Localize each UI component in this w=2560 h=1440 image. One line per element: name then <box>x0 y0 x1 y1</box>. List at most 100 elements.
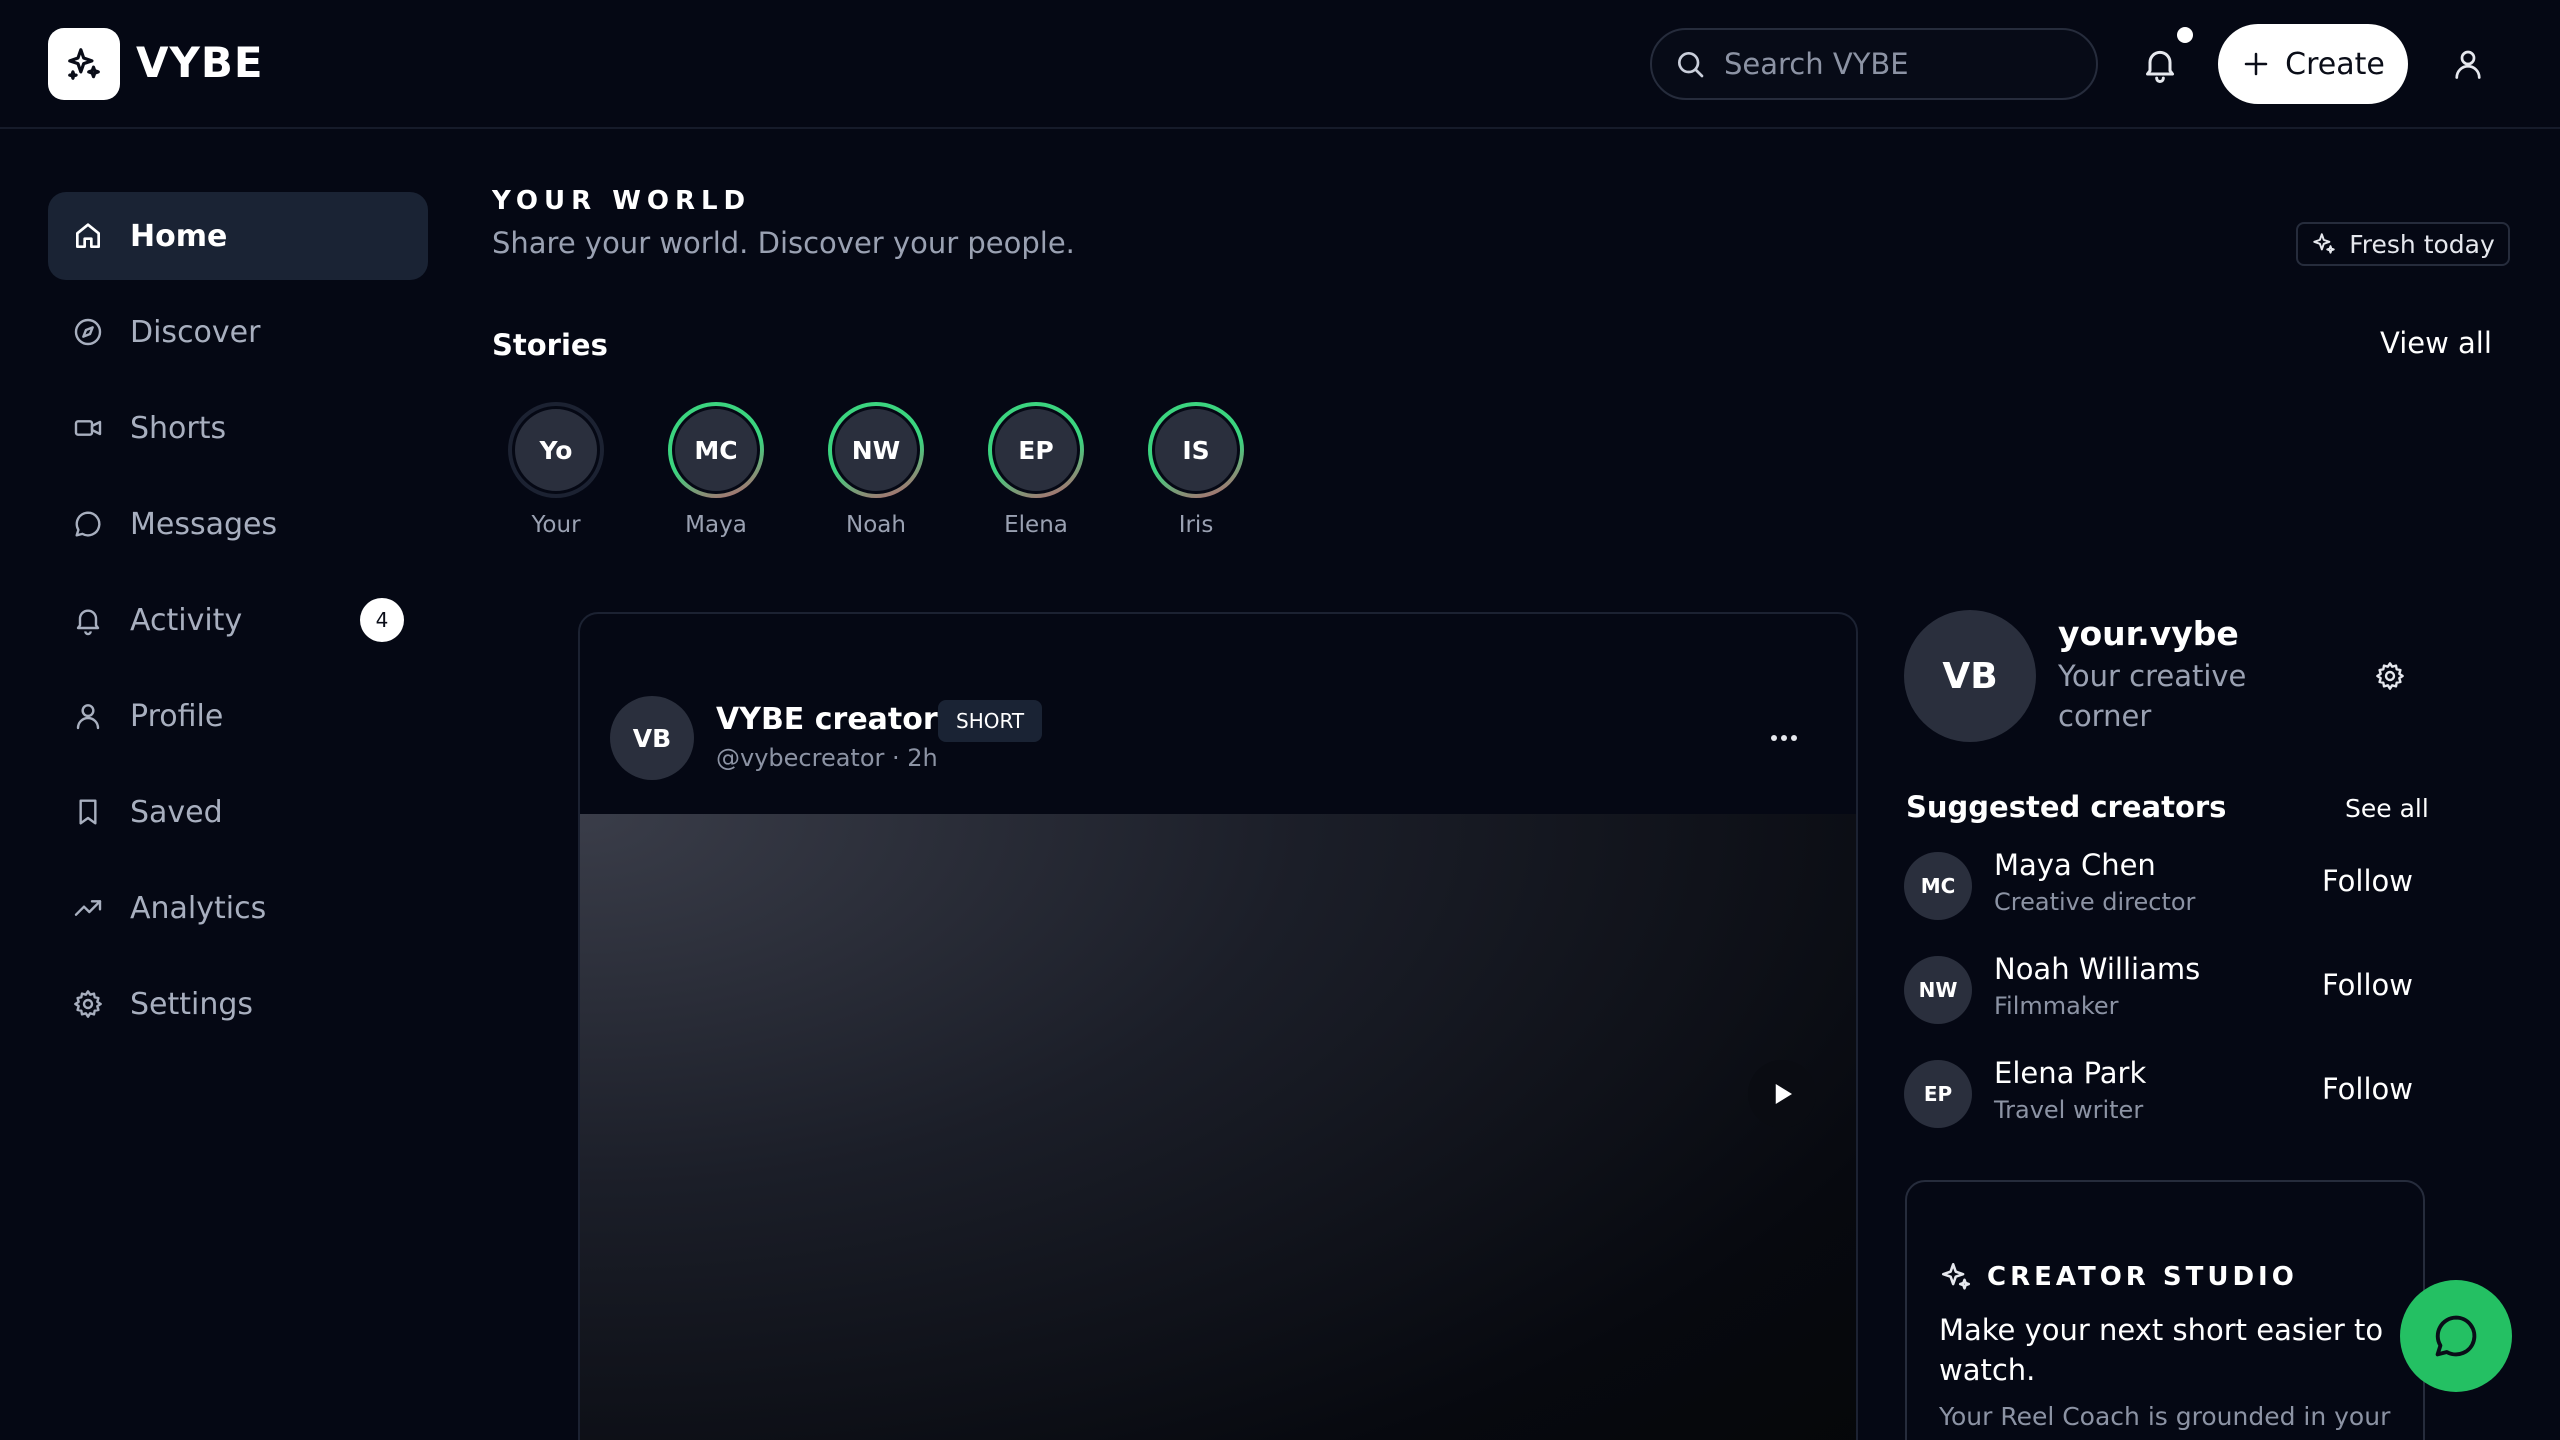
suggested-creator-row: EP Elena Park Travel writer Follow <box>1904 1056 2424 1136</box>
post-more-button[interactable] <box>1764 722 1804 754</box>
creator-name[interactable]: Maya Chen <box>1994 848 2156 882</box>
sparkle-icon <box>2313 233 2335 254</box>
story-item[interactable]: EP Elena <box>988 402 1084 538</box>
story-ring: IS <box>1148 402 1244 498</box>
creator-studio-title: Make your next short easier to watch. <box>1939 1313 2384 1387</box>
story-avatar: IS <box>1152 406 1240 494</box>
story-avatar: EP <box>992 406 1080 494</box>
sidebar-nav: Home Discover Shorts Messages Activity 4… <box>48 192 428 1056</box>
creator-studio-card[interactable]: CREATOR STUDIO Make your next short easi… <box>1905 1180 2425 1440</box>
story-ring: EP <box>988 402 1084 498</box>
sidebar-item-label: Analytics <box>130 890 267 926</box>
sidebar-item-messages[interactable]: Messages <box>48 480 428 568</box>
story-item[interactable]: IS Iris <box>1148 402 1244 538</box>
creator-role: Creative director <box>1994 888 2196 916</box>
sidebar-item-label: Shorts <box>130 410 227 446</box>
creator-role: Travel writer <box>1994 1096 2144 1124</box>
story-avatar: MC <box>672 406 760 494</box>
story-name: Your <box>531 512 581 538</box>
bell-icon <box>76 609 100 636</box>
stories-title: Stories <box>492 328 608 362</box>
sidebar-item-activity[interactable]: Activity 4 <box>48 576 428 664</box>
fresh-today-label: Fresh today <box>2349 229 2495 259</box>
creator-avatar[interactable]: MC <box>1904 852 1972 920</box>
create-button[interactable]: Create <box>2218 24 2408 104</box>
story-item[interactable]: MC Maya <box>668 402 764 538</box>
see-all-creators-link[interactable]: See all <box>2345 794 2429 823</box>
activity-count-badge: 4 <box>360 598 404 642</box>
follow-button[interactable]: Follow <box>2322 1072 2413 1106</box>
sidebar-item-analytics[interactable]: Analytics <box>48 864 428 952</box>
app-name: VYBE <box>136 38 264 87</box>
creator-avatar[interactable]: EP <box>1904 1060 1972 1128</box>
follow-button[interactable]: Follow <box>2322 864 2413 898</box>
sidebar-item-label: Settings <box>130 986 254 1022</box>
story-item[interactable]: Yo Your <box>508 402 604 538</box>
story-ring: Yo <box>508 402 604 498</box>
sidebar-item-home[interactable]: Home <box>48 192 428 280</box>
play-button[interactable] <box>1748 1060 1816 1128</box>
sidebar-item-saved[interactable]: Saved <box>48 768 428 856</box>
sidebar-item-label: Profile <box>130 698 224 734</box>
profile-settings-button[interactable] <box>2374 660 2406 692</box>
home-icon <box>76 223 100 248</box>
story-name: Noah <box>846 512 906 538</box>
story-name: Maya <box>685 512 747 538</box>
sidebar-item-label: Activity <box>130 602 243 638</box>
search-bar[interactable] <box>1650 28 2098 100</box>
section-eyebrow: YOUR WORLD <box>492 186 752 216</box>
top-bar: VYBE Create <box>0 0 2560 129</box>
notifications-button[interactable] <box>2140 44 2180 84</box>
story-item[interactable]: NW Noah <box>828 402 924 538</box>
post-author-name[interactable]: VYBE creator <box>716 702 938 737</box>
sidebar-item-discover[interactable]: Discover <box>48 288 428 376</box>
account-button[interactable] <box>2450 46 2486 82</box>
notification-dot <box>2177 27 2193 43</box>
view-all-stories-link[interactable]: View all <box>2380 326 2492 360</box>
story-name: Iris <box>1178 512 1214 538</box>
plus-icon <box>2244 52 2268 76</box>
creator-studio-label: CREATOR STUDIO <box>1987 1262 2298 1292</box>
sidebar-item-shorts[interactable]: Shorts <box>48 384 428 472</box>
story-avatar: NW <box>832 406 920 494</box>
search-input[interactable] <box>1724 47 2084 81</box>
my-profile-avatar[interactable]: VB <box>1904 610 2036 742</box>
creator-studio-body: Your Reel Coach is grounded in your <box>1939 1402 2391 1431</box>
sidebar-item-label: Messages <box>130 506 278 542</box>
post-handle-time: @vybecreator · 2h <box>716 744 938 772</box>
follow-button[interactable]: Follow <box>2322 968 2413 1002</box>
story-ring: NW <box>828 402 924 498</box>
creator-studio-header: CREATOR STUDIO <box>1939 1260 2298 1294</box>
logo[interactable] <box>48 28 120 100</box>
my-profile-subtitle: Your creative corner <box>2058 659 2247 733</box>
creator-name[interactable]: Elena Park <box>1994 1056 2146 1090</box>
post-type-badge: SHORT <box>938 700 1043 742</box>
bookmark-icon <box>79 799 97 825</box>
suggested-creator-row: NW Noah Williams Filmmaker Follow <box>1904 952 2424 1032</box>
sidebar-item-settings[interactable]: Settings <box>48 960 428 1048</box>
story-avatar: Yo <box>512 406 600 494</box>
suggested-creator-row: MC Maya Chen Creative director Follow <box>1904 848 2424 928</box>
creator-avatar[interactable]: NW <box>1904 956 1972 1024</box>
message-icon <box>75 511 101 537</box>
user-icon <box>76 704 100 730</box>
chat-fab-button[interactable] <box>2400 1280 2512 1392</box>
post-author-avatar[interactable]: VB <box>610 696 694 780</box>
creator-role: Filmmaker <box>1994 992 2119 1020</box>
creator-name[interactable]: Noah Williams <box>1994 952 2200 986</box>
post-card: VB VYBE creator SHORT @vybecreator · 2h <box>578 612 1858 1440</box>
my-username[interactable]: your.vybe <box>2058 614 2239 653</box>
sparkle-icon <box>68 48 100 80</box>
sidebar-item-profile[interactable]: Profile <box>48 672 428 760</box>
post-video-media[interactable] <box>580 814 1856 1440</box>
user-icon <box>2455 50 2481 79</box>
chat-bubble-icon <box>2435 1315 2477 1357</box>
suggested-creators-title: Suggested creators <box>1906 790 2227 824</box>
search-icon <box>1678 52 1704 78</box>
story-name: Elena <box>1004 512 1068 538</box>
story-ring: MC <box>668 402 764 498</box>
compass-icon <box>74 318 102 346</box>
fresh-today-badge[interactable]: Fresh today <box>2296 222 2510 266</box>
sidebar-item-label: Saved <box>130 794 223 830</box>
more-horizontal-icon <box>1771 735 1797 741</box>
